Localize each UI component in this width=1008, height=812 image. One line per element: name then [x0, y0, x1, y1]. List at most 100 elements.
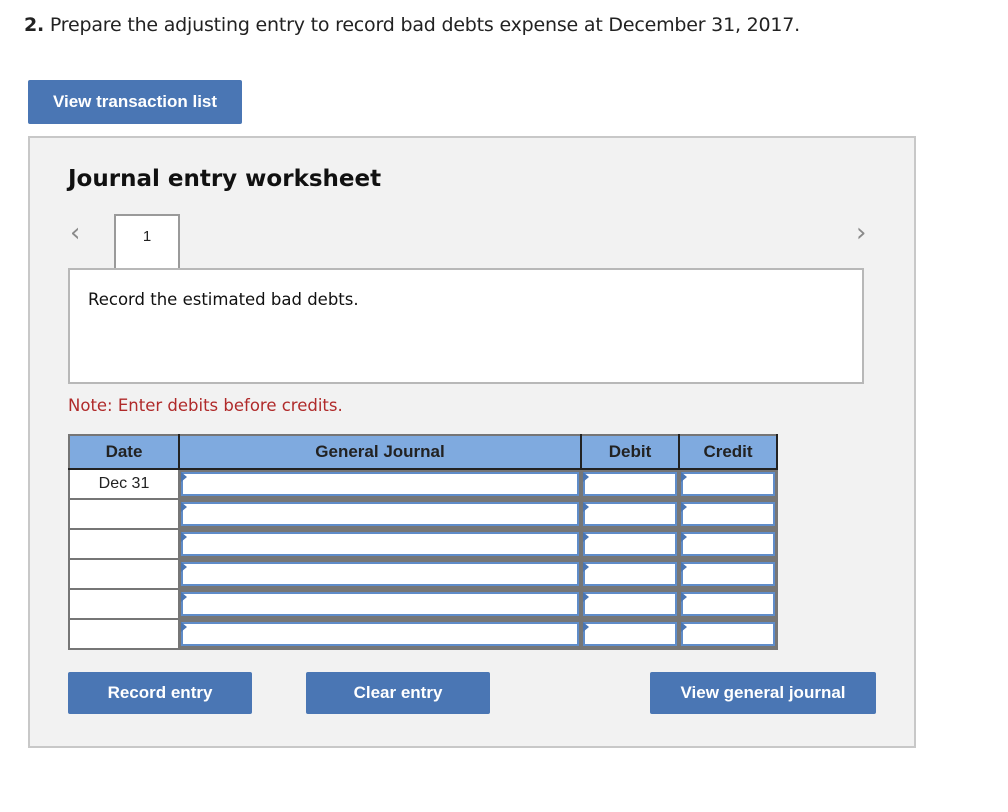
header-debit: Debit — [581, 435, 680, 470]
transaction-description: Record the estimated bad debts. — [88, 290, 359, 309]
table-row — [68, 588, 778, 620]
credit-input-cell — [678, 528, 778, 560]
dropdown-marker-icon — [583, 532, 589, 542]
account-input-cell — [178, 468, 582, 500]
debit-input-wrapper — [583, 592, 677, 616]
date-cell — [68, 558, 180, 590]
question-text: Prepare the adjusting entry to record ba… — [44, 14, 801, 36]
header-general-journal: General Journal — [179, 435, 582, 470]
chevron-left-icon[interactable]: ‹ — [70, 220, 80, 246]
credit-input[interactable] — [683, 564, 773, 584]
account-input-wrapper — [181, 562, 579, 586]
debit-input-cell — [580, 558, 680, 590]
entry-note: Note: Enter debits before credits. — [68, 396, 343, 415]
table-row — [68, 528, 778, 560]
debit-input-wrapper — [583, 472, 677, 496]
account-input-cell — [178, 558, 582, 590]
view-general-journal-button[interactable]: View general journal — [650, 672, 876, 714]
account-input[interactable] — [183, 504, 577, 524]
dropdown-marker-icon — [181, 592, 187, 602]
account-input[interactable] — [183, 474, 577, 494]
debit-input-cell — [580, 528, 680, 560]
date-cell — [68, 618, 180, 650]
credit-input-wrapper — [681, 562, 775, 586]
worksheet-title: Journal entry worksheet — [68, 166, 382, 192]
dropdown-marker-icon — [681, 592, 687, 602]
table-row — [68, 498, 778, 530]
debit-input-cell — [580, 498, 680, 530]
dropdown-marker-icon — [583, 562, 589, 572]
transaction-description-box: Record the estimated bad debts. — [68, 268, 864, 384]
question-number: 2. — [24, 14, 45, 36]
header-credit: Credit — [679, 435, 778, 470]
account-input-wrapper — [181, 502, 579, 526]
credit-input[interactable] — [683, 474, 773, 494]
debit-input[interactable] — [585, 474, 675, 494]
credit-input[interactable] — [683, 504, 773, 524]
credit-input-wrapper — [681, 502, 775, 526]
debit-input-cell — [580, 588, 680, 620]
date-cell — [68, 588, 180, 620]
dropdown-marker-icon — [681, 622, 687, 632]
debit-input-wrapper — [583, 532, 677, 556]
debit-input[interactable] — [585, 534, 675, 554]
credit-input-cell — [678, 558, 778, 590]
view-transaction-list-button[interactable]: View transaction list — [28, 80, 242, 124]
debit-input[interactable] — [585, 624, 675, 644]
credit-input[interactable] — [683, 624, 773, 644]
debit-input[interactable] — [585, 564, 675, 584]
account-input[interactable] — [183, 624, 577, 644]
dropdown-marker-icon — [181, 562, 187, 572]
dropdown-marker-icon — [681, 532, 687, 542]
date-cell: Dec 31 — [68, 468, 180, 500]
dropdown-marker-icon — [681, 502, 687, 512]
account-input-wrapper — [181, 622, 579, 646]
debit-input-wrapper — [583, 502, 677, 526]
worksheet-tab-1[interactable]: 1 — [114, 214, 180, 268]
account-input-wrapper — [181, 532, 579, 556]
credit-input[interactable] — [683, 594, 773, 614]
debit-input-cell — [580, 618, 680, 650]
date-cell — [68, 528, 180, 560]
dropdown-marker-icon — [181, 622, 187, 632]
credit-input-wrapper — [681, 622, 775, 646]
dropdown-marker-icon — [583, 592, 589, 602]
account-input-cell — [178, 528, 582, 560]
debit-input-wrapper — [583, 622, 677, 646]
credit-input-cell — [678, 618, 778, 650]
credit-input-cell — [678, 498, 778, 530]
dropdown-marker-icon — [181, 532, 187, 542]
journal-entry-worksheet-panel: Journal entry worksheet ‹ › 1 Record the… — [28, 136, 916, 748]
table-header-row: Date General Journal Debit Credit — [69, 435, 778, 470]
debit-input[interactable] — [585, 504, 675, 524]
account-input-cell — [178, 588, 582, 620]
account-input[interactable] — [183, 534, 577, 554]
account-input-wrapper — [181, 472, 579, 496]
record-entry-button[interactable]: Record entry — [68, 672, 252, 714]
dropdown-marker-icon — [681, 472, 687, 482]
credit-input-wrapper — [681, 472, 775, 496]
debit-input[interactable] — [585, 594, 675, 614]
dropdown-marker-icon — [181, 472, 187, 482]
account-input[interactable] — [183, 564, 577, 584]
dropdown-marker-icon — [181, 502, 187, 512]
account-input-wrapper — [181, 592, 579, 616]
question-prompt: 2. Prepare the adjusting entry to record… — [24, 14, 800, 36]
debit-input-cell — [580, 468, 680, 500]
credit-input-cell — [678, 468, 778, 500]
table-row: Dec 31 — [68, 468, 778, 500]
account-input[interactable] — [183, 594, 577, 614]
date-cell — [68, 498, 180, 530]
dropdown-marker-icon — [583, 622, 589, 632]
credit-input[interactable] — [683, 534, 773, 554]
account-input-cell — [178, 498, 582, 530]
journal-table: Date General Journal Debit Credit Dec 31 — [68, 434, 778, 650]
credit-input-wrapper — [681, 592, 775, 616]
credit-input-cell — [678, 588, 778, 620]
dropdown-marker-icon — [583, 472, 589, 482]
dropdown-marker-icon — [681, 562, 687, 572]
chevron-right-icon[interactable]: › — [856, 220, 866, 246]
credit-input-wrapper — [681, 532, 775, 556]
clear-entry-button[interactable]: Clear entry — [306, 672, 490, 714]
dropdown-marker-icon — [583, 502, 589, 512]
